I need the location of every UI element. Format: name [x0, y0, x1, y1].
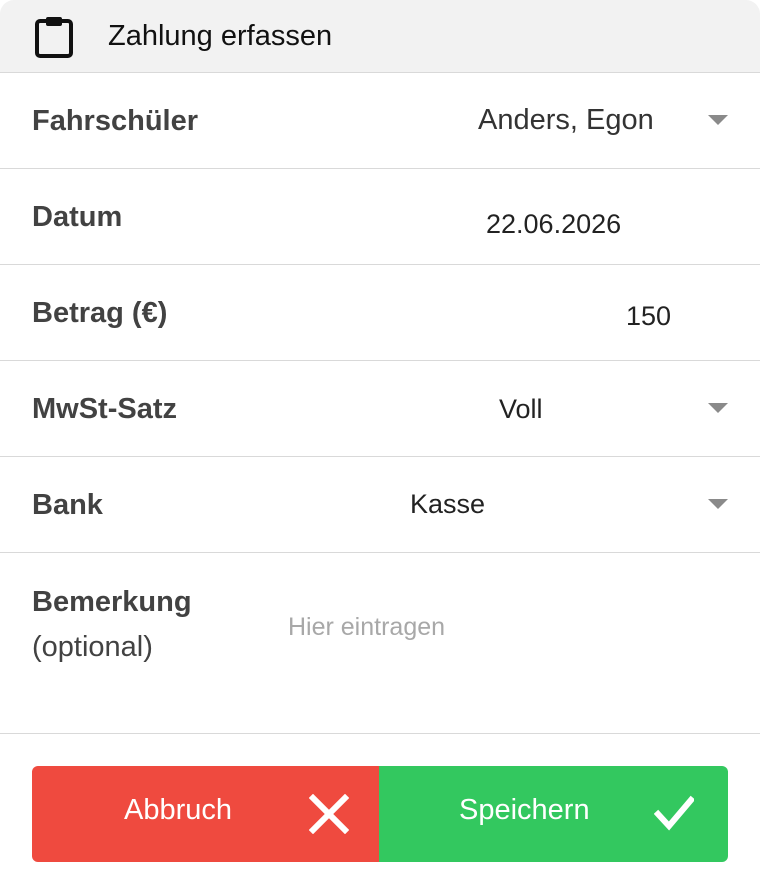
close-icon [309, 794, 349, 834]
amount-label: Betrag (€) [32, 297, 168, 329]
chevron-down-icon[interactable] [708, 403, 728, 413]
chevron-down-icon[interactable] [708, 115, 728, 125]
cancel-button[interactable]: Abbruch [32, 766, 379, 862]
bank-row[interactable]: Bank Kasse [0, 457, 760, 553]
dialog-title: Zahlung erfassen [108, 20, 333, 52]
note-row[interactable]: Bemerkung (optional) Hier eintragen [0, 553, 760, 734]
checkmark-icon [654, 795, 694, 831]
note-label: Bemerkung [32, 586, 192, 618]
clipboard-icon [35, 17, 73, 58]
dialog-header: Zahlung erfassen [0, 0, 760, 73]
date-row[interactable]: Datum 22.06.2026 [0, 169, 760, 265]
amount-field[interactable]: 150 [626, 299, 671, 333]
save-button[interactable]: Speichern [379, 766, 728, 862]
amount-row[interactable]: Betrag (€) 150 [0, 265, 760, 361]
cancel-button-label: Abbruch [124, 794, 233, 826]
vat-label: MwSt-Satz [32, 393, 177, 425]
student-row[interactable]: Fahrschüler Anders, Egon [0, 72, 760, 169]
vat-select[interactable]: Voll [499, 392, 543, 426]
student-select[interactable]: Anders, Egon [478, 103, 654, 137]
note-input[interactable]: Hier eintragen [288, 610, 445, 644]
student-label: Fahrschüler [32, 105, 198, 137]
bank-label: Bank [32, 489, 103, 521]
payment-dialog: Zahlung erfassen Fahrschüler Anders, Ego… [0, 0, 760, 894]
note-optional-label: (optional) [32, 631, 153, 663]
date-label: Datum [32, 201, 123, 233]
save-button-label: Speichern [459, 794, 590, 826]
date-field[interactable]: 22.06.2026 [486, 207, 621, 241]
bank-select[interactable]: Kasse [410, 487, 485, 521]
vat-row[interactable]: MwSt-Satz Voll [0, 361, 760, 457]
chevron-down-icon[interactable] [708, 499, 728, 509]
